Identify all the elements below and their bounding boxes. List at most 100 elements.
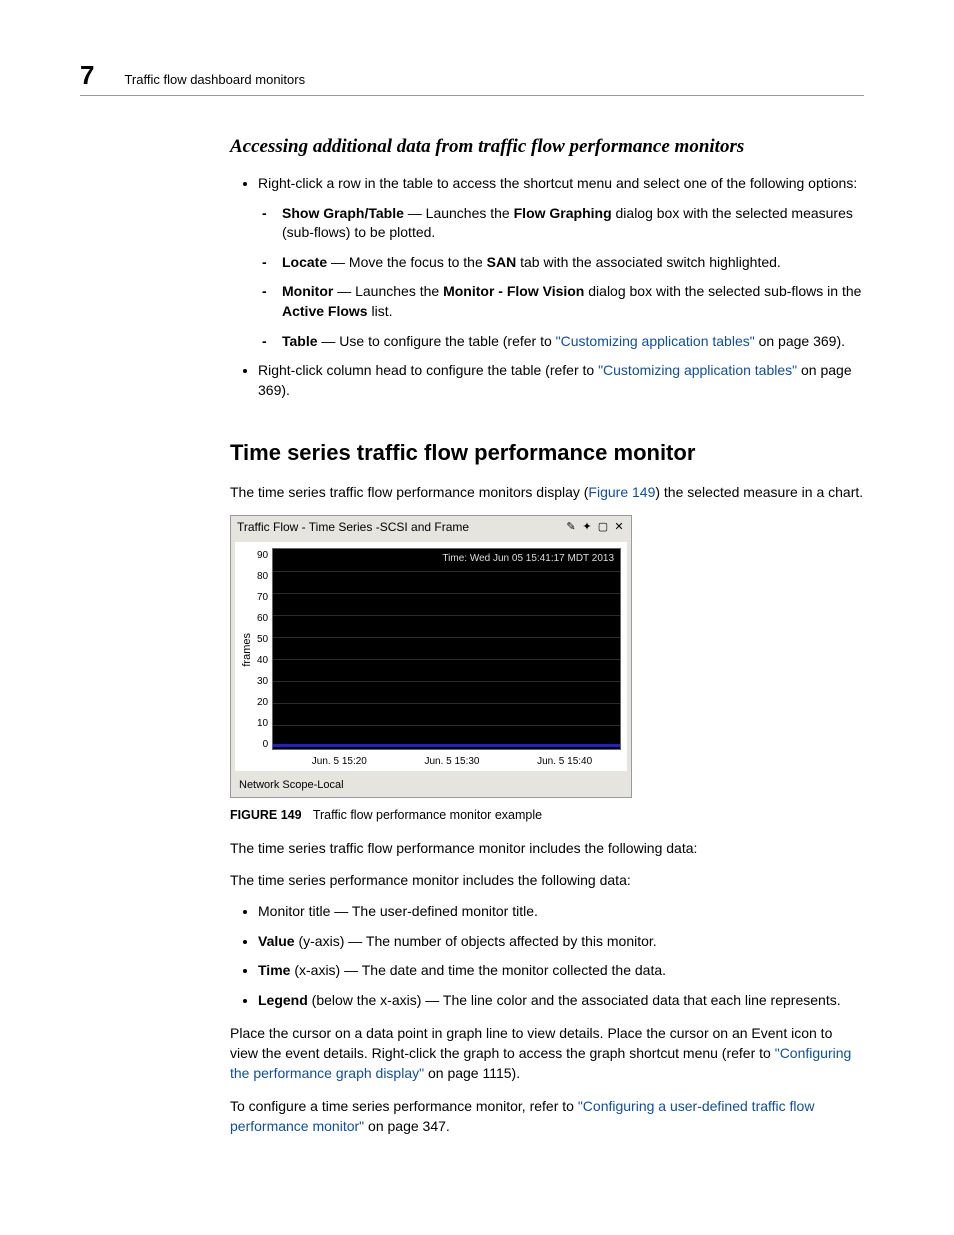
bullet-list-2: Monitor title — The user-defined monitor… <box>230 902 864 1010</box>
body-text: list. <box>368 303 393 319</box>
chart-plot-row: frames 90 80 70 60 50 40 30 20 10 0 <box>241 548 621 752</box>
figure-widget: Traffic Flow - Time Series -SCSI and Fra… <box>230 515 632 798</box>
x-tick: Jun. 5 15:20 <box>312 756 367 767</box>
list-item: Right-click a row in the table to access… <box>258 174 864 351</box>
term-bold: Locate <box>282 254 327 270</box>
list-item: Legend (below the x-axis) — The line col… <box>258 991 864 1011</box>
gridline <box>273 703 620 704</box>
x-axis-ticks: Jun. 5 15:20 Jun. 5 15:30 Jun. 5 15:40 <box>283 756 621 767</box>
body-text: — Launches the <box>404 205 514 221</box>
widget-titlebar: Traffic Flow - Time Series -SCSI and Fra… <box>231 516 631 538</box>
page-container: 7 Traffic flow dashboard monitors Access… <box>0 0 954 1208</box>
link-figure-149[interactable]: Figure 149 <box>588 484 655 500</box>
body-text: Monitor title — The user-defined monitor… <box>258 903 538 919</box>
chart-legend: Network Scope-Local <box>231 775 631 797</box>
term-bold: SAN <box>487 254 517 270</box>
list-item: Value (y-axis) — The number of objects a… <box>258 932 864 952</box>
widget-title: Traffic Flow - Time Series -SCSI and Fra… <box>237 520 469 534</box>
y-tick: 10 <box>257 718 268 729</box>
term-bold: Time <box>258 962 290 978</box>
list-item: Monitor title — The user-defined monitor… <box>258 902 864 922</box>
y-tick: 90 <box>257 550 268 561</box>
list-item: Right-click column head to configure the… <box>258 361 864 400</box>
term-bold: Monitor - Flow Vision <box>443 283 584 299</box>
paragraph: Place the cursor on a data point in grap… <box>230 1023 864 1084</box>
gridline <box>273 571 620 572</box>
term-bold: Value <box>258 933 295 949</box>
maximize-icon[interactable]: ▢ <box>597 521 609 533</box>
body-text: ) the selected measure in a chart. <box>655 484 863 500</box>
paragraph: The time series performance monitor incl… <box>230 870 864 890</box>
gridline <box>273 615 620 616</box>
body-text: dialog box with the selected sub-flows i… <box>584 283 861 299</box>
list-item: Time (x-axis) — The date and time the mo… <box>258 961 864 981</box>
list-item: Monitor — Launches the Monitor - Flow Vi… <box>282 282 864 321</box>
y-axis-ticks: 90 80 70 60 50 40 30 20 10 0 <box>257 548 272 752</box>
pin-icon[interactable]: ✦ <box>581 521 593 533</box>
link-customizing-tables[interactable]: "Customizing application tables" <box>598 362 797 378</box>
section-title-accessing: Accessing additional data from traffic f… <box>230 136 864 158</box>
gridline <box>273 681 620 682</box>
bullet-list-1: Right-click a row in the table to access… <box>230 174 864 400</box>
figure-caption-text: Traffic flow performance monitor example <box>313 808 542 822</box>
gridline <box>273 593 620 594</box>
x-tick: Jun. 5 15:30 <box>424 756 479 767</box>
figure-caption: FIGURE 149 Traffic flow performance moni… <box>230 808 864 822</box>
x-tick: Jun. 5 15:40 <box>537 756 592 767</box>
page-header: 7 Traffic flow dashboard monitors <box>80 60 864 96</box>
body-text: on page 369). <box>755 333 845 349</box>
gridline <box>273 637 620 638</box>
body-text: — Launches the <box>333 283 443 299</box>
chart-area: frames 90 80 70 60 50 40 30 20 10 0 <box>235 542 627 771</box>
chapter-title: Traffic flow dashboard monitors <box>124 72 305 87</box>
y-axis-label: frames <box>241 633 253 667</box>
body-text: (y-axis) — The number of objects affecte… <box>295 933 657 949</box>
body-text: on page 347. <box>364 1118 450 1134</box>
body-text: on page 1115). <box>424 1065 520 1081</box>
y-tick: 40 <box>257 655 268 666</box>
gridline <box>273 725 620 726</box>
term-bold: Show Graph/Table <box>282 205 404 221</box>
term-bold: Active Flows <box>282 303 368 319</box>
body-text: — Use to configure the table (refer to <box>318 333 556 349</box>
body-text: Right-click column head to configure the… <box>258 362 598 378</box>
chart-plot-area[interactable]: Time: Wed Jun 05 15:41:17 MDT 2013 <box>272 548 621 750</box>
y-tick: 50 <box>257 634 268 645</box>
term-bold: Table <box>282 333 318 349</box>
gridline <box>273 659 620 660</box>
wrench-icon[interactable]: ✎ <box>565 521 577 533</box>
list-item: Table — Use to configure the table (refe… <box>282 332 864 352</box>
paragraph: To configure a time series performance m… <box>230 1096 864 1137</box>
term-bold: Legend <box>258 992 308 1008</box>
chapter-number: 7 <box>80 60 94 91</box>
y-tick: 70 <box>257 592 268 603</box>
body-text: tab with the associated switch highlight… <box>516 254 781 270</box>
term-bold: Flow Graphing <box>514 205 612 221</box>
body-text: Right-click a row in the table to access… <box>258 175 857 191</box>
figure-label: FIGURE 149 <box>230 808 302 822</box>
dash-list-1: Show Graph/Table — Launches the Flow Gra… <box>258 204 864 352</box>
term-bold: Monitor <box>282 283 333 299</box>
list-item: Locate — Move the focus to the SAN tab w… <box>282 253 864 273</box>
list-item: Show Graph/Table — Launches the Flow Gra… <box>282 204 864 243</box>
body-text: Place the cursor on a data point in grap… <box>230 1025 832 1061</box>
body-text: (below the x-axis) — The line color and … <box>308 992 841 1008</box>
close-icon[interactable]: ✕ <box>613 521 625 533</box>
body-text: — Move the focus to the <box>327 254 487 270</box>
y-tick: 60 <box>257 613 268 624</box>
content-area: Accessing additional data from traffic f… <box>230 136 864 1136</box>
body-text: The time series traffic flow performance… <box>230 484 588 500</box>
y-tick: 80 <box>257 571 268 582</box>
y-tick: 30 <box>257 676 268 687</box>
y-tick: 20 <box>257 697 268 708</box>
paragraph: The time series traffic flow performance… <box>230 838 864 858</box>
paragraph: The time series traffic flow performance… <box>230 482 864 502</box>
chart-timestamp: Time: Wed Jun 05 15:41:17 MDT 2013 <box>442 553 614 564</box>
body-text: (x-axis) — The date and time the monitor… <box>290 962 666 978</box>
y-tick: 0 <box>257 739 268 750</box>
body-text: To configure a time series performance m… <box>230 1098 578 1114</box>
widget-toolbar: ✎ ✦ ▢ ✕ <box>565 521 625 533</box>
section-title-time-series: Time series traffic flow performance mon… <box>230 440 864 466</box>
link-customizing-tables[interactable]: "Customizing application tables" <box>556 333 755 349</box>
chart-data-line <box>273 744 620 747</box>
